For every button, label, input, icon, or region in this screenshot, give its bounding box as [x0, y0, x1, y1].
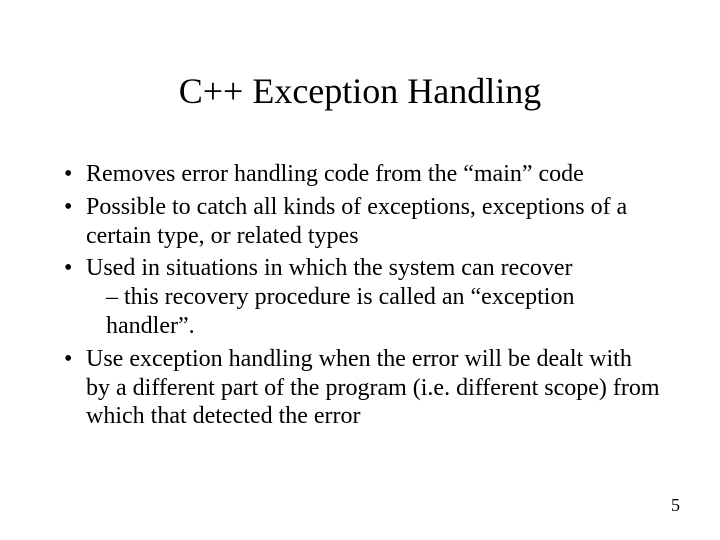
page-number: 5 [671, 495, 680, 516]
list-item: Used in situations in which the system c… [86, 254, 660, 340]
bullet-list: Removes error handling code from the “ma… [60, 160, 660, 431]
bullet-text: Possible to catch all kinds of exception… [86, 194, 627, 249]
list-item: Removes error handling code from the “ma… [86, 160, 660, 189]
list-item: Possible to catch all kinds of exception… [86, 193, 660, 251]
list-item: Use exception handling when the error wi… [86, 345, 660, 431]
bullet-text: Removes error handling code from the “ma… [86, 161, 584, 187]
bullet-subtext: – this recovery procedure is called an “… [86, 283, 660, 341]
slide: C++ Exception Handling Removes error han… [0, 0, 720, 540]
bullet-text: Use exception handling when the error wi… [86, 346, 660, 430]
bullet-text: Used in situations in which the system c… [86, 255, 573, 281]
slide-title: C++ Exception Handling [60, 70, 660, 112]
